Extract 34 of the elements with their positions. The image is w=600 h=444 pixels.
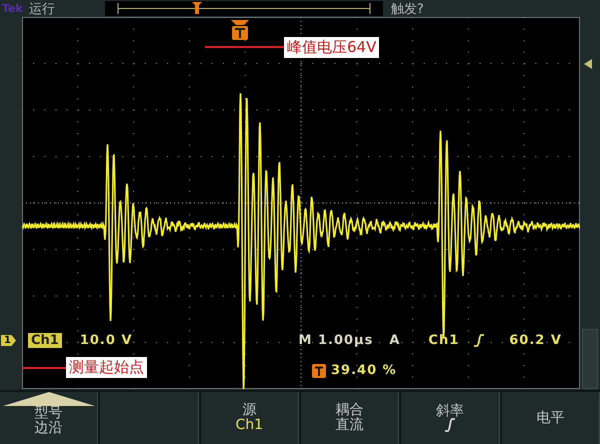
menu-button[interactable]: 电平	[502, 392, 600, 444]
channel-marker: 1	[1, 335, 16, 346]
menu-label: 电平	[536, 410, 564, 426]
callout-label: 测量起始点	[66, 357, 147, 378]
time-per-div: M 1.00µs	[298, 333, 374, 348]
volts-per-div: 10.0 V	[80, 333, 133, 348]
trigger-icon	[312, 364, 326, 378]
menu-label: 源	[242, 403, 256, 418]
menu-label: 耦合	[336, 403, 364, 418]
run-state: 运行	[28, 0, 55, 18]
arrow-left-icon	[584, 59, 592, 69]
triangle-icon	[2, 392, 95, 406]
menu-title[interactable]: 型号 边沿	[0, 392, 98, 444]
menu-value: 直流	[336, 418, 364, 433]
side-panel	[582, 329, 598, 389]
trigger-status: 触发?	[390, 0, 424, 18]
menu-label: 型号	[34, 406, 63, 421]
trigger-position-icon	[231, 20, 249, 40]
trigger-level: 60.2 V	[509, 333, 562, 348]
menu-button[interactable]: 斜率	[401, 392, 500, 444]
channel-label: Ch1	[28, 333, 62, 348]
menu-label: 斜率	[436, 404, 464, 418]
menu-button[interactable]: 耦合 直流	[300, 392, 400, 444]
trigger-position: 39.40 %	[331, 363, 397, 378]
menu-value: Ch1	[236, 418, 264, 433]
trigger-mode: A	[389, 333, 400, 348]
rising-edge-icon	[473, 334, 486, 347]
brand-logo: Tek	[2, 2, 23, 15]
menu-value: 边沿	[34, 420, 63, 436]
trigger-source: Ch1	[428, 333, 460, 348]
menu-button[interactable]: 源 Ch1	[200, 392, 299, 444]
callout-label: 峰值电压64V	[284, 37, 380, 58]
rising-edge-icon	[444, 418, 456, 432]
menu-button[interactable]	[100, 392, 199, 444]
